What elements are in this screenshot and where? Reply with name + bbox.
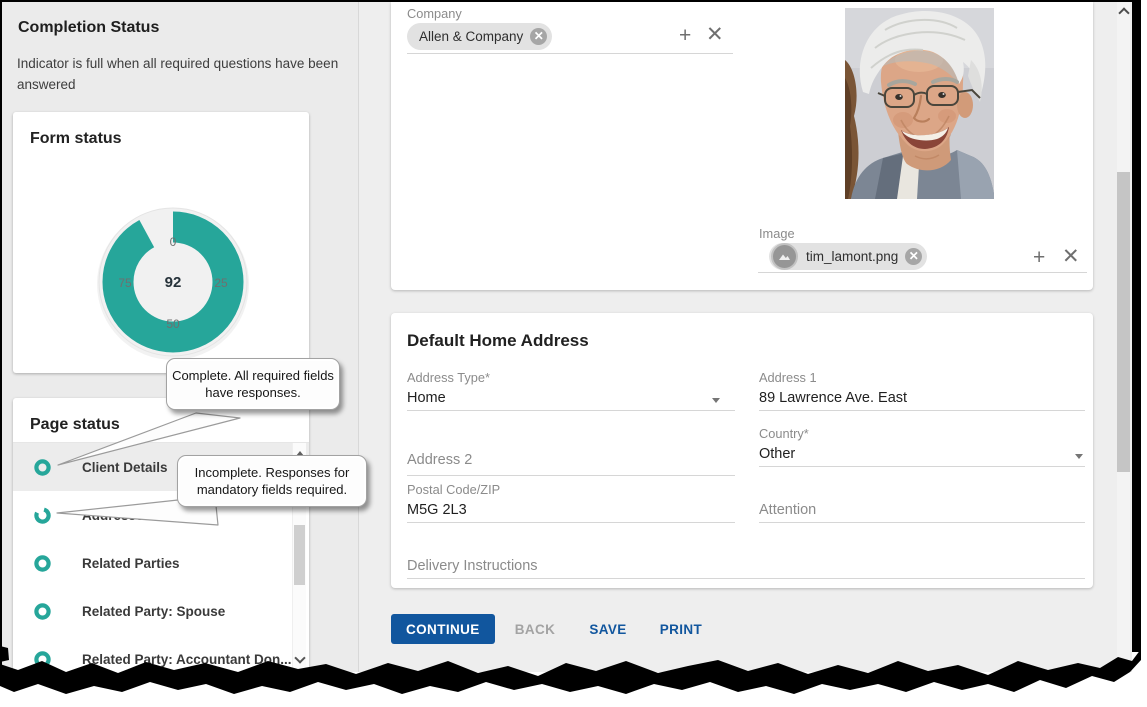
company-field-label: Company xyxy=(407,6,462,21)
gauge-value: 92 xyxy=(165,274,182,291)
page-status-item-related-party-spouse[interactable]: Related Party: Spouse xyxy=(13,587,309,635)
status-complete-ring-icon xyxy=(34,651,51,668)
sidebar-title: Completion Status xyxy=(18,19,159,37)
postal-underline xyxy=(407,522,735,523)
callout-incomplete-tooltip: Incomplete. Responses for mandatory fiel… xyxy=(177,455,367,507)
scroll-down-icon[interactable] xyxy=(294,652,305,663)
company-chip[interactable]: Allen & Company ✕ xyxy=(407,23,552,50)
frame-border-right xyxy=(1132,0,1141,652)
chip-remove-icon[interactable]: ✕ xyxy=(905,248,922,265)
callout-incomplete-text: Incomplete. Responses for mandatory fiel… xyxy=(195,465,350,497)
screenshot-frame: Completion Status Indicator is full when… xyxy=(0,0,1147,707)
delivery-underline xyxy=(407,578,1085,579)
country-underline xyxy=(759,466,1085,467)
callout-complete-tooltip: Complete. All required fields have respo… xyxy=(166,358,340,410)
address2-input[interactable]: Address 2 xyxy=(407,452,472,468)
form-status-title: Form status xyxy=(30,130,122,148)
address-type-label: Address Type* xyxy=(407,370,490,385)
scrollbar-thumb[interactable] xyxy=(294,525,305,585)
status-complete-ring-icon xyxy=(34,603,51,620)
image-chip-text: tim_lamont.png xyxy=(806,249,898,264)
frame-border-top xyxy=(0,0,1141,2)
address1-label: Address 1 xyxy=(759,370,817,385)
image-underline xyxy=(758,272,1087,273)
print-button[interactable]: PRINT xyxy=(654,622,709,637)
callout-complete-text: Complete. All required fields have respo… xyxy=(172,368,334,400)
address-card-title: Default Home Address xyxy=(407,331,589,351)
status-incomplete-ring-icon xyxy=(34,507,51,524)
main-scrollbar[interactable] xyxy=(1117,2,1130,664)
postal-input[interactable]: M5G 2L3 xyxy=(407,502,467,518)
postal-label: Postal Code/ZIP xyxy=(407,482,500,497)
client-details-card: Company Allen & Company ✕ + ✕ xyxy=(391,2,1093,290)
page-status-card: Page status Client Details Addresses xyxy=(13,398,309,672)
image-field-label: Image xyxy=(759,226,795,241)
sidebar-description: Indicator is full when all required ques… xyxy=(17,54,353,96)
country-label: Country* xyxy=(759,426,809,441)
continue-button[interactable]: CONTINUE xyxy=(391,614,495,644)
app-window: Completion Status Indicator is full when… xyxy=(2,2,1132,672)
gauge-tick-0: 0 xyxy=(170,235,177,249)
gauge-tick-50: 50 xyxy=(166,317,180,331)
chip-remove-icon[interactable]: ✕ xyxy=(530,28,547,45)
image-add-icon[interactable]: + xyxy=(1033,248,1045,268)
completion-gauge-chart: 0 25 50 75 92 xyxy=(80,197,266,367)
dropdown-caret-icon[interactable] xyxy=(1075,454,1083,459)
page-status-title: Page status xyxy=(30,416,120,434)
address-type-select[interactable]: Home xyxy=(407,390,446,406)
delivery-instructions-input[interactable]: Delivery Instructions xyxy=(407,558,538,574)
status-complete-ring-icon xyxy=(34,555,51,572)
address1-underline xyxy=(759,410,1085,411)
completion-status-sidebar: Completion Status Indicator is full when… xyxy=(2,2,359,672)
frame-border-left xyxy=(0,0,2,668)
image-clear-icon[interactable]: ✕ xyxy=(1062,247,1080,267)
address2-underline xyxy=(407,475,735,476)
attention-input[interactable]: Attention xyxy=(759,502,816,518)
company-underline xyxy=(407,53,733,54)
image-thumbnail-icon xyxy=(771,243,798,270)
status-complete-ring-icon xyxy=(34,459,51,476)
form-action-buttons: CONTINUE BACK SAVE PRINT xyxy=(391,614,708,644)
address-type-underline xyxy=(407,410,735,411)
address1-input[interactable]: 89 Lawrence Ave. East xyxy=(759,390,907,406)
scroll-up-icon[interactable] xyxy=(1118,7,1129,18)
scrollbar-thumb[interactable] xyxy=(1117,172,1130,472)
page-status-item-related-party-accountant[interactable]: Related Party: Accountant Don... xyxy=(13,635,309,672)
gauge-tick-25: 25 xyxy=(214,276,228,290)
attention-underline xyxy=(759,522,1085,523)
gauge-tick-75: 75 xyxy=(118,276,132,290)
company-clear-icon[interactable]: ✕ xyxy=(706,25,724,45)
page-status-item-label: Related Parties xyxy=(82,556,180,571)
back-button[interactable]: BACK xyxy=(509,622,562,637)
client-photo xyxy=(845,8,994,199)
page-status-item-label: Related Party: Spouse xyxy=(82,604,225,619)
default-home-address-card: Default Home Address Address Type* Home … xyxy=(391,313,1093,588)
company-chip-text: Allen & Company xyxy=(419,29,523,44)
page-status-item-label: Related Party: Accountant Don... xyxy=(82,652,292,667)
page-status-item-label: Client Details xyxy=(82,460,168,475)
image-chip[interactable]: tim_lamont.png ✕ xyxy=(769,243,927,270)
page-status-item-related-parties[interactable]: Related Parties xyxy=(13,539,309,587)
page-status-item-label: Addresses xyxy=(82,508,151,523)
dropdown-caret-icon[interactable] xyxy=(712,398,720,403)
country-select[interactable]: Other xyxy=(759,446,795,462)
form-status-card: Form status 0 25 50 75 92 xyxy=(13,112,309,373)
save-button[interactable]: SAVE xyxy=(583,622,632,637)
company-add-icon[interactable]: + xyxy=(679,26,691,46)
